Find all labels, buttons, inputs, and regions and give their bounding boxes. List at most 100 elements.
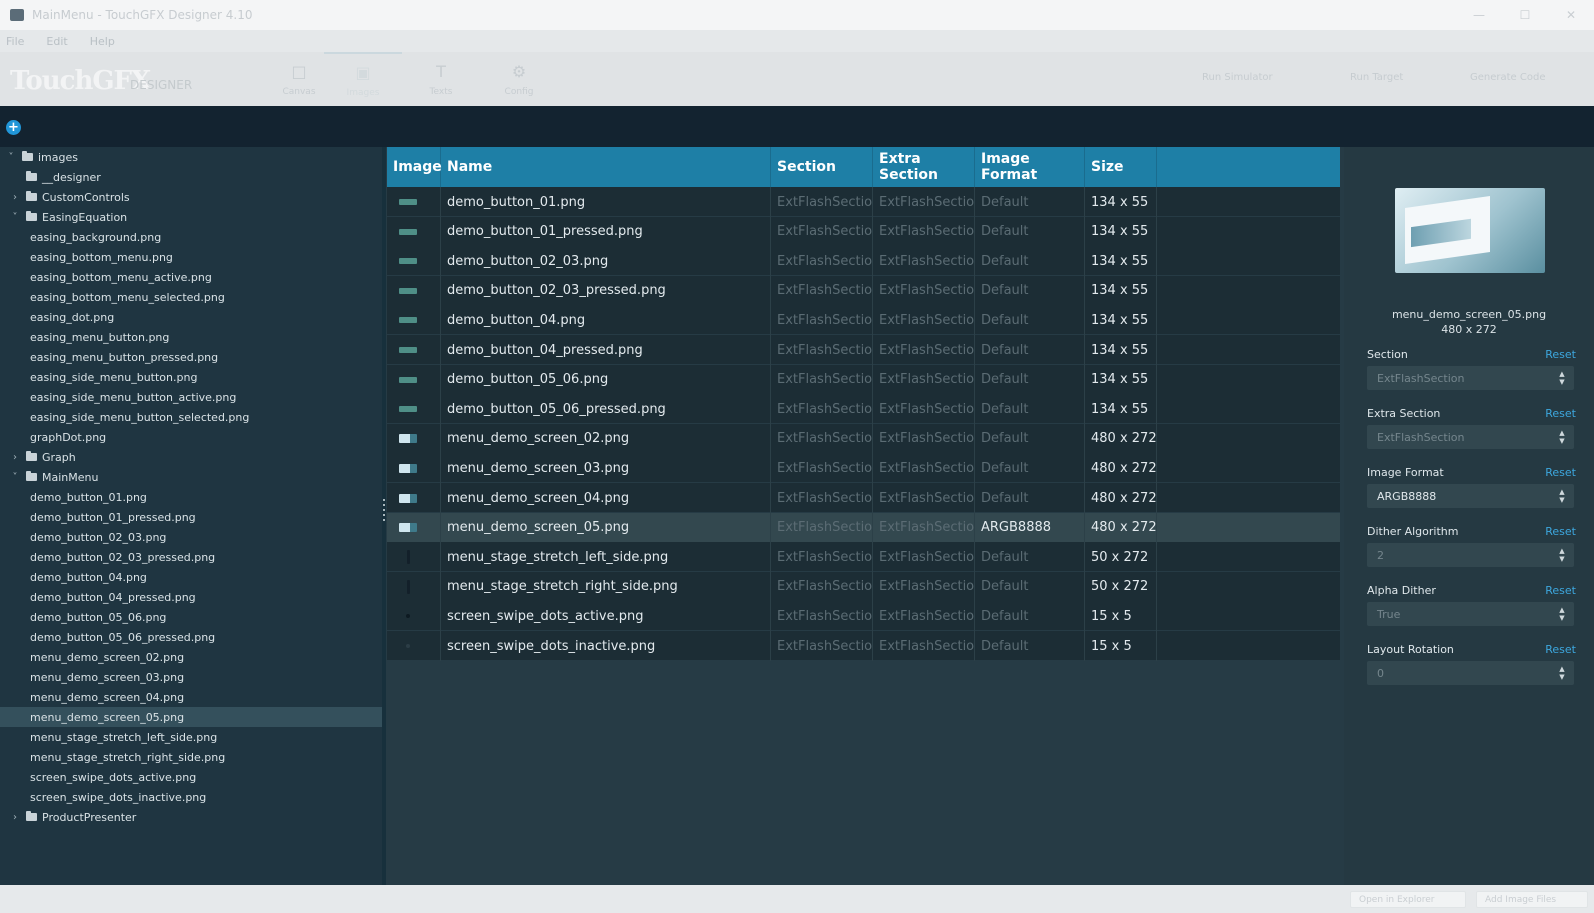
- extra-section-cell[interactable]: ExtFlashSection: [873, 542, 975, 573]
- name-cell[interactable]: menu_stage_stretch_right_side.png: [441, 571, 771, 602]
- format-cell[interactable]: Default: [975, 394, 1085, 425]
- table-row[interactable]: demo_button_01_pressed.png ExtFlashSectio…: [387, 216, 1340, 247]
- size-cell[interactable]: 50 x 272: [1085, 571, 1157, 602]
- name-cell[interactable]: demo_button_05_06_pressed.png: [441, 394, 771, 425]
- tree-file[interactable]: easing_menu_button_pressed.png: [0, 347, 382, 367]
- tree-folder[interactable]: ˅ MainMenu: [0, 467, 382, 487]
- tree-folder[interactable]: __designer: [0, 167, 382, 187]
- size-cell[interactable]: 15 x 5: [1085, 601, 1157, 632]
- section-cell[interactable]: ExtFlashSection: [771, 335, 873, 365]
- format-cell[interactable]: ARGB8888: [975, 512, 1085, 543]
- extra-section-cell[interactable]: ExtFlashSection: [873, 275, 975, 306]
- tree-folder[interactable]: ˅ images: [0, 147, 382, 167]
- section-cell[interactable]: ExtFlashSection: [771, 542, 873, 573]
- size-cell[interactable]: 134 x 55: [1085, 335, 1157, 365]
- section-cell[interactable]: ExtFlashSection: [771, 246, 873, 277]
- section-cell[interactable]: ExtFlashSection: [771, 216, 873, 247]
- name-cell[interactable]: demo_button_01_pressed.png: [441, 216, 771, 247]
- name-cell[interactable]: menu_demo_screen_04.png: [441, 483, 771, 513]
- extra-section-cell[interactable]: ExtFlashSection: [873, 631, 975, 661]
- extra-section-cell[interactable]: ExtFlashSection: [873, 394, 975, 425]
- tree-file[interactable]: demo_button_04_pressed.png: [0, 587, 382, 607]
- maximize-icon[interactable]: ☐: [1502, 0, 1548, 30]
- extra-section-cell[interactable]: ExtFlashSection: [873, 512, 975, 543]
- section-cell[interactable]: ExtFlashSection: [771, 631, 873, 661]
- section-cell[interactable]: ExtFlashSection: [771, 423, 873, 454]
- section-cell[interactable]: ExtFlashSection: [771, 187, 873, 217]
- chevron-right-icon[interactable]: ›: [10, 192, 20, 203]
- name-cell[interactable]: screen_swipe_dots_inactive.png: [441, 631, 771, 661]
- format-cell[interactable]: Default: [975, 453, 1085, 484]
- name-cell[interactable]: demo_button_02_03_pressed.png: [441, 275, 771, 306]
- table-row[interactable]: demo_button_02_03_pressed.png ExtFlashSec…: [387, 275, 1340, 306]
- size-cell[interactable]: 134 x 55: [1085, 216, 1157, 247]
- add-image-files-button[interactable]: Add Image Files: [1476, 891, 1588, 908]
- col-name-header[interactable]: Name: [441, 147, 771, 187]
- name-cell[interactable]: menu_demo_screen_03.png: [441, 453, 771, 484]
- spinner-arrows-icon[interactable]: ▲ ▼: [1550, 366, 1574, 390]
- name-cell[interactable]: menu_stage_stretch_left_side.png: [441, 542, 771, 573]
- extra-section-cell[interactable]: ExtFlashSection: [873, 246, 975, 277]
- spinner-arrows-icon[interactable]: ▲ ▼: [1550, 602, 1574, 626]
- tab-images[interactable]: ▣ Images: [324, 52, 402, 106]
- chevron-down-icon[interactable]: ˅: [6, 152, 16, 163]
- generate-code-button[interactable]: Generate Code: [1470, 72, 1545, 88]
- format-cell[interactable]: Default: [975, 246, 1085, 277]
- tree-folder[interactable]: ˅ EasingEquation: [0, 207, 382, 227]
- col-section-header[interactable]: Section: [771, 147, 873, 187]
- col-size-header[interactable]: Size: [1085, 147, 1157, 187]
- alpha-dither-spinner[interactable]: True ▲ ▼: [1367, 602, 1574, 626]
- col-extra-section-header[interactable]: Extra Section: [873, 147, 975, 187]
- chevron-right-icon[interactable]: ›: [10, 812, 20, 823]
- layout-rotation-reset-link[interactable]: Reset: [1545, 643, 1576, 656]
- image-format-reset-link[interactable]: Reset: [1545, 466, 1576, 479]
- tree-file[interactable]: easing_side_menu_button_active.png: [0, 387, 382, 407]
- tree-file[interactable]: screen_swipe_dots_active.png: [0, 767, 382, 787]
- layout-rotation-spinner[interactable]: 0 ▲ ▼: [1367, 661, 1574, 685]
- format-cell[interactable]: Default: [975, 423, 1085, 454]
- size-cell[interactable]: 480 x 272: [1085, 512, 1157, 543]
- run-target-button[interactable]: Run Target: [1350, 72, 1403, 88]
- tree-file[interactable]: demo_button_04.png: [0, 567, 382, 587]
- name-cell[interactable]: menu_demo_screen_05.png: [441, 512, 771, 543]
- extra-section-cell[interactable]: ExtFlashSection: [873, 335, 975, 365]
- table-row[interactable]: menu_demo_screen_05.png ExtFlashSection Ex…: [387, 512, 1340, 543]
- spinner-arrows-icon[interactable]: ▲ ▼: [1550, 484, 1574, 508]
- extra-section-cell[interactable]: ExtFlashSection: [873, 305, 975, 336]
- tree-file[interactable]: easing_background.png: [0, 227, 382, 247]
- size-cell[interactable]: 134 x 55: [1085, 275, 1157, 306]
- format-cell[interactable]: Default: [975, 483, 1085, 513]
- tree-folder[interactable]: › ProductPresenter: [0, 807, 382, 827]
- table-row[interactable]: demo_button_01.png ExtFlashSection ExtFlas…: [387, 187, 1340, 217]
- table-row[interactable]: demo_button_04.png ExtFlashSection ExtFlas…: [387, 305, 1340, 336]
- section-cell[interactable]: ExtFlashSection: [771, 364, 873, 395]
- section-cell[interactable]: ExtFlashSection: [771, 453, 873, 484]
- extra-section-cell[interactable]: ExtFlashSection: [873, 364, 975, 395]
- tree-file[interactable]: menu_demo_screen_05.png: [0, 707, 382, 727]
- tree-folder[interactable]: › CustomControls: [0, 187, 382, 207]
- col-image-format-header[interactable]: Image Format: [975, 147, 1085, 187]
- tree-file[interactable]: easing_dot.png: [0, 307, 382, 327]
- chevron-right-icon[interactable]: ›: [10, 452, 20, 463]
- tree-file[interactable]: easing_side_menu_button_selected.png: [0, 407, 382, 427]
- size-cell[interactable]: 480 x 272: [1085, 453, 1157, 484]
- extra-section-cell[interactable]: ExtFlashSection: [873, 187, 975, 217]
- name-cell[interactable]: demo_button_05_06.png: [441, 364, 771, 395]
- format-cell[interactable]: Default: [975, 275, 1085, 306]
- format-cell[interactable]: Default: [975, 187, 1085, 217]
- image-format-spinner[interactable]: ARGB8888 ▲ ▼: [1367, 484, 1574, 508]
- table-row[interactable]: demo_button_05_06_pressed.png ExtFlashSec…: [387, 394, 1340, 425]
- menu-edit[interactable]: Edit: [46, 35, 67, 48]
- alpha-dither-reset-link[interactable]: Reset: [1545, 584, 1576, 597]
- chevron-down-icon[interactable]: ˅: [10, 472, 20, 483]
- section-cell[interactable]: ExtFlashSection: [771, 394, 873, 425]
- extra-section-reset-link[interactable]: Reset: [1545, 407, 1576, 420]
- tree-file[interactable]: graphDot.png: [0, 427, 382, 447]
- size-cell[interactable]: 134 x 55: [1085, 364, 1157, 395]
- table-row[interactable]: demo_button_05_06.png ExtFlashSection ExtF…: [387, 364, 1340, 395]
- extra-section-cell[interactable]: ExtFlashSection: [873, 453, 975, 484]
- table-row[interactable]: menu_stage_stretch_left_side.png ExtFlash…: [387, 542, 1340, 573]
- name-cell[interactable]: demo_button_01.png: [441, 187, 771, 217]
- splitter-grip-icon[interactable]: [383, 499, 385, 521]
- format-cell[interactable]: Default: [975, 601, 1085, 632]
